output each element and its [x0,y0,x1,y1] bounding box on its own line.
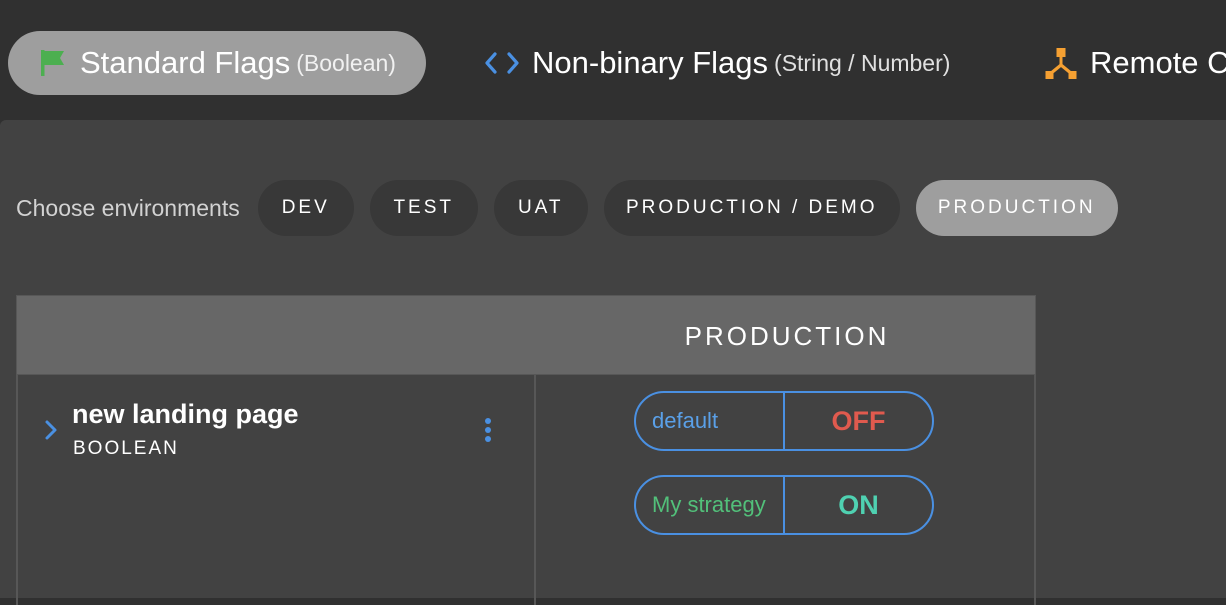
strategy-toggle-my-strategy[interactable]: My strategy ON [634,475,934,535]
flag-row: new landing page BOOLEAN [16,375,536,605]
remote-config-icon [1044,46,1078,80]
strategy-name: My strategy [636,477,785,533]
tab-standard-flags-label: Standard Flags [80,45,291,80]
tab-remote-config-label: Remote C [1090,45,1226,80]
strategy-toggle-default[interactable]: default OFF [634,391,934,451]
flag-type: BOOLEAN [73,438,179,459]
chevron-right-icon[interactable] [44,419,58,446]
top-nav: Standard Flags (Boolean) Non-binary Flag… [0,0,1226,120]
code-icon [484,50,520,76]
flag-icon [38,48,68,78]
tab-standard-flags[interactable]: Standard Flags (Boolean) [8,31,426,95]
tab-standard-flags-sub: (Boolean) [296,49,396,76]
env-chip-production[interactable]: PRODUCTION [915,180,1118,236]
strategy-value: ON [838,489,879,520]
table-header: PRODUCTION [16,295,1036,375]
flag-name[interactable]: new landing page [72,399,299,430]
flags-table: PRODUCTION new landing page BOOLEAN defa… [16,295,1036,605]
strategy-value: OFF [831,405,886,436]
tab-non-binary-flags-label: Non-binary Flags [532,45,769,80]
environment-selector: Choose environments DEV TEST UAT PRODUCT… [16,180,1134,236]
tab-non-binary-flags[interactable]: Non-binary Flags (String / Number) [484,31,950,95]
env-chip-uat[interactable]: UAT [493,180,588,236]
column-header-production: PRODUCTION [684,320,890,351]
env-chip-production-demo[interactable]: PRODUCTION / DEMO [603,180,900,236]
env-chip-dev[interactable]: DEV [257,180,354,236]
strategy-name: default [636,393,785,449]
more-vertical-icon[interactable] [480,417,496,450]
main-panel: Choose environments DEV TEST UAT PRODUCT… [0,120,1226,605]
choose-environments-label: Choose environments [16,194,240,221]
tab-remote-config[interactable]: Remote C [1044,31,1226,95]
env-chip-test[interactable]: TEST [369,180,478,236]
strategy-cell: default OFF My strategy ON [534,375,1036,605]
tab-non-binary-flags-sub: (String / Number) [774,49,951,76]
